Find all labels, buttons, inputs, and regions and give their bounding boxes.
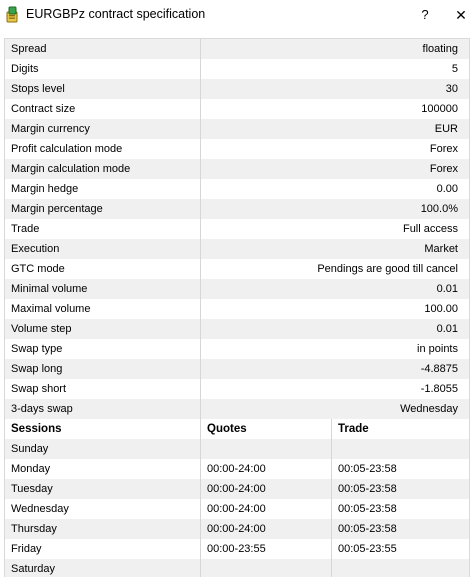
spec-name: Maximal volume bbox=[5, 299, 201, 319]
session-day: Tuesday bbox=[5, 479, 201, 499]
quotes-column-header[interactable]: Quotes bbox=[201, 419, 332, 439]
session-trade: 00:05-23:58 bbox=[338, 463, 397, 475]
spec-row[interactable]: Profit calculation mode Forex bbox=[5, 139, 469, 159]
spec-name: Stops level bbox=[5, 79, 201, 99]
session-trade: 00:05-23:58 bbox=[338, 523, 397, 535]
session-quotes: 00:00-24:00 bbox=[201, 499, 332, 519]
spec-row[interactable]: Digits 5 bbox=[5, 59, 469, 79]
session-day: Sunday bbox=[5, 439, 201, 459]
spec-name: Minimal volume bbox=[5, 279, 201, 299]
spec-name: Spread bbox=[5, 39, 201, 59]
session-quotes: 00:00-24:00 bbox=[201, 479, 332, 499]
session-day: Monday bbox=[5, 459, 201, 479]
session-quotes: 00:00-24:00 bbox=[201, 459, 332, 479]
session-row[interactable]: Friday 00:00-23:55 00:05-23:55 bbox=[5, 539, 469, 559]
spec-name: Volume step bbox=[5, 319, 201, 339]
session-day: Saturday bbox=[5, 559, 201, 577]
session-trade bbox=[332, 439, 462, 459]
spec-list: Spread floating Digits 5 Stops level 30 Contra… bbox=[5, 39, 469, 419]
spec-name: Margin currency bbox=[5, 119, 201, 139]
contract-spec-window: EURGBPz contract specification ? ✕ Sprea… bbox=[0, 0, 474, 577]
spec-value: 0.00 bbox=[436, 183, 458, 195]
session-day: Thursday bbox=[5, 519, 201, 539]
symbol-spec-icon bbox=[4, 6, 20, 23]
spec-value: Pendings are good till cancel bbox=[317, 263, 458, 275]
spec-row[interactable]: Swap long -4.8875 bbox=[5, 359, 469, 379]
spec-value: 100000 bbox=[421, 103, 458, 115]
spec-value: Full access bbox=[402, 223, 458, 235]
spec-row[interactable]: Margin currency EUR bbox=[5, 119, 469, 139]
spec-name: 3-days swap bbox=[5, 399, 201, 419]
sessions-column-header[interactable]: Sessions bbox=[5, 419, 201, 439]
spec-row[interactable]: Contract size 100000 bbox=[5, 99, 469, 119]
spec-value: -1.8055 bbox=[420, 383, 458, 395]
spec-row[interactable]: Execution Market bbox=[5, 239, 469, 259]
session-quotes: 00:00-23:55 bbox=[201, 539, 332, 559]
spec-value: -4.8875 bbox=[420, 363, 458, 375]
spec-value: in points bbox=[417, 343, 458, 355]
spec-name: Margin hedge bbox=[5, 179, 201, 199]
spec-row[interactable]: Volume step 0.01 bbox=[5, 319, 469, 339]
session-day: Friday bbox=[5, 539, 201, 559]
spec-name: Swap long bbox=[5, 359, 201, 379]
help-button[interactable]: ? bbox=[414, 4, 436, 26]
spec-name: Trade bbox=[5, 219, 201, 239]
spec-value: Forex bbox=[429, 143, 458, 155]
spec-value: Market bbox=[424, 243, 458, 255]
session-quotes: 00:00-24:00 bbox=[201, 519, 332, 539]
spec-name: Execution bbox=[5, 239, 201, 259]
session-row[interactable]: Wednesday 00:00-24:00 00:05-23:58 bbox=[5, 499, 469, 519]
spec-row[interactable]: 3-days swap Wednesday bbox=[5, 399, 469, 419]
session-quotes bbox=[201, 439, 332, 459]
spec-name: Profit calculation mode bbox=[5, 139, 201, 159]
spec-row[interactable]: Minimal volume 0.01 bbox=[5, 279, 469, 299]
spec-name: Margin percentage bbox=[5, 199, 201, 219]
session-trade: 00:05-23:58 bbox=[338, 483, 397, 495]
spec-row[interactable]: GTC mode Pendings are good till cancel bbox=[5, 259, 469, 279]
spec-value: EUR bbox=[434, 123, 458, 135]
session-row[interactable]: Saturday bbox=[5, 559, 469, 577]
spec-row[interactable]: Margin calculation mode Forex bbox=[5, 159, 469, 179]
spec-row[interactable]: Spread floating bbox=[5, 39, 469, 59]
spec-row[interactable]: Swap short -1.8055 bbox=[5, 379, 469, 399]
spec-row[interactable]: Swap type in points bbox=[5, 339, 469, 359]
spec-value: 0.01 bbox=[436, 283, 458, 295]
spec-value: 100.00 bbox=[424, 303, 458, 315]
close-button[interactable]: ✕ bbox=[450, 4, 472, 26]
session-row[interactable]: Thursday 00:00-24:00 00:05-23:58 bbox=[5, 519, 469, 539]
session-trade: 00:05-23:58 bbox=[338, 503, 397, 515]
window-title: EURGBPz contract specification bbox=[26, 7, 206, 21]
sessions-list: Sunday Monday 00:00-24:00 00:05-23:58 Tuesda… bbox=[5, 439, 469, 577]
spec-value: floating bbox=[422, 43, 458, 55]
spec-row[interactable]: Trade Full access bbox=[5, 219, 469, 239]
spec-name: Margin calculation mode bbox=[5, 159, 201, 179]
trade-column-header[interactable]: Trade bbox=[332, 419, 462, 439]
session-trade bbox=[332, 559, 462, 577]
spec-row[interactable]: Margin hedge 0.00 bbox=[5, 179, 469, 199]
session-trade: 00:05-23:55 bbox=[338, 543, 397, 555]
session-row[interactable]: Tuesday 00:00-24:00 00:05-23:58 bbox=[5, 479, 469, 499]
spec-name: Contract size bbox=[5, 99, 201, 119]
session-day: Wednesday bbox=[5, 499, 201, 519]
spec-table: Spread floating Digits 5 Stops level 30 Contra… bbox=[4, 38, 470, 577]
spec-value: Forex bbox=[429, 163, 458, 175]
sessions-header-row: Sessions Quotes Trade bbox=[5, 419, 469, 439]
spec-value: 5 bbox=[451, 63, 458, 75]
spec-name: Swap short bbox=[5, 379, 201, 399]
spec-value: 30 bbox=[445, 83, 458, 95]
session-quotes bbox=[201, 559, 332, 577]
session-row[interactable]: Sunday bbox=[5, 439, 469, 459]
session-row[interactable]: Monday 00:00-24:00 00:05-23:58 bbox=[5, 459, 469, 479]
spec-row[interactable]: Maximal volume 100.00 bbox=[5, 299, 469, 319]
spec-name: Digits bbox=[5, 59, 201, 79]
spec-value: 100.0% bbox=[420, 203, 458, 215]
spec-name: GTC mode bbox=[5, 259, 201, 279]
spec-name: Swap type bbox=[5, 339, 201, 359]
spec-value: Wednesday bbox=[400, 403, 458, 415]
spec-value: 0.01 bbox=[436, 323, 458, 335]
spec-row[interactable]: Margin percentage 100.0% bbox=[5, 199, 469, 219]
spec-row[interactable]: Stops level 30 bbox=[5, 79, 469, 99]
title-bar: EURGBPz contract specification ? ✕ bbox=[0, 0, 474, 30]
